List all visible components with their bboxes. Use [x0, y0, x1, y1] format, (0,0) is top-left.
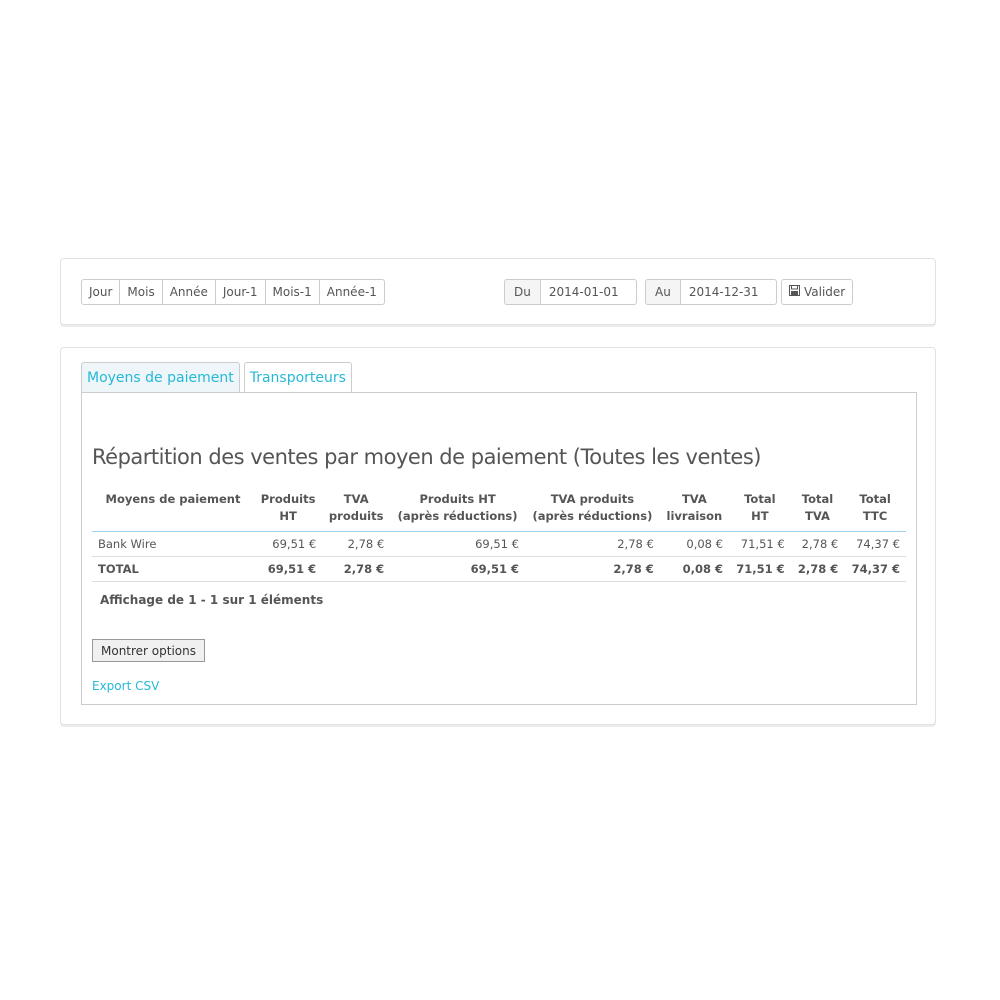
table-total-row: TOTAL 69,51 € 2,78 € 69,51 € 2,78 € 0,08…	[92, 556, 906, 582]
table-cell: 74,37 €	[856, 537, 900, 551]
sales-stats-panel: Moyens de paiement Transporteurs Réparti…	[60, 347, 936, 725]
save-icon	[789, 285, 800, 299]
column-header-total-vat: Total TVA	[790, 485, 845, 532]
date-to-input[interactable]	[679, 279, 777, 305]
date-from-input[interactable]	[539, 279, 637, 305]
column-header-total-ttc: Total TTC	[844, 485, 906, 532]
tab-carriers[interactable]: Transporteurs	[243, 362, 352, 393]
table-cell: 2,78 €	[617, 537, 654, 551]
period-button-previous-month[interactable]: Mois-1	[264, 279, 320, 305]
table-cell: 2,78 €	[347, 537, 385, 551]
tab-content: Répartition des ventes par moyen de paie…	[81, 392, 917, 705]
tab-payment-methods[interactable]: Moyens de paiement	[81, 362, 240, 393]
table-cell: 74,37 €	[844, 556, 906, 582]
column-header-products-vat: TVA produits	[322, 485, 391, 532]
pagination-info: Affichage de 1 - 1 sur 1 éléments	[100, 593, 324, 607]
table-cell: 2,78 €	[801, 537, 839, 551]
date-from-label: Du	[504, 279, 540, 305]
date-to-label: Au	[645, 279, 680, 305]
table-header-row: Moyens de paiement Produits HT TVA produit…	[92, 485, 906, 532]
period-button-previous-day[interactable]: Jour-1	[214, 279, 266, 305]
column-header-products-vat-discounted: TVA produits (après réductions)	[524, 485, 660, 532]
report-tabs: Moyens de paiement Transporteurs	[81, 362, 352, 393]
period-button-group: Jour Mois Année Jour-1 Mois-1 Année-1	[81, 279, 385, 305]
validate-button[interactable]: Valider	[781, 279, 854, 305]
table-cell: 2,78 €	[524, 556, 660, 582]
table-cell: 69,51 €	[390, 556, 525, 582]
table-cell: 2,78 €	[790, 556, 845, 582]
table-cell: 2,78 €	[322, 556, 391, 582]
validate-label: Valider	[804, 285, 846, 299]
table-cell: 0,08 €	[659, 556, 729, 582]
table-cell: 71,51 €	[728, 556, 791, 582]
show-options-button[interactable]: Montrer options	[92, 639, 206, 662]
period-button-previous-year[interactable]: Année-1	[318, 279, 385, 305]
column-header-products-ht: Produits HT	[254, 485, 323, 532]
sales-table: Moyens de paiement Produits HT TVA produit…	[92, 485, 906, 582]
period-button-year[interactable]: Année	[161, 279, 216, 305]
table-row: Bank Wire 69,51 € 2,78 € 69,51 € 2,78 € …	[92, 532, 906, 557]
date-from-group: Du	[504, 279, 637, 305]
table-cell: 71,51 €	[740, 537, 785, 551]
table-cell: 69,51 €	[475, 537, 519, 551]
report-title: Répartition des ventes par moyen de paie…	[92, 445, 761, 469]
period-button-day[interactable]: Jour	[81, 279, 121, 305]
date-to-group: Au	[645, 279, 777, 305]
table-cell: 69,51 €	[254, 556, 323, 582]
table-cell: Bank Wire	[98, 537, 157, 551]
table-cell: 0,08 €	[686, 537, 723, 551]
column-header-shipping-vat: TVA livraison	[659, 485, 729, 532]
date-filter-panel: Jour Mois Année Jour-1 Mois-1 Année-1 Du…	[60, 258, 936, 325]
table-cell: TOTAL	[92, 556, 254, 582]
period-button-month[interactable]: Mois	[119, 279, 163, 305]
column-header-total-ht: Total HT	[728, 485, 791, 532]
export-csv-link[interactable]: Export CSV	[92, 679, 159, 693]
column-header-products-ht-discounted: Produits HT (après réductions)	[390, 485, 525, 532]
table-cell: 69,51 €	[272, 537, 317, 551]
column-header-payment-method: Moyens de paiement	[92, 485, 254, 532]
